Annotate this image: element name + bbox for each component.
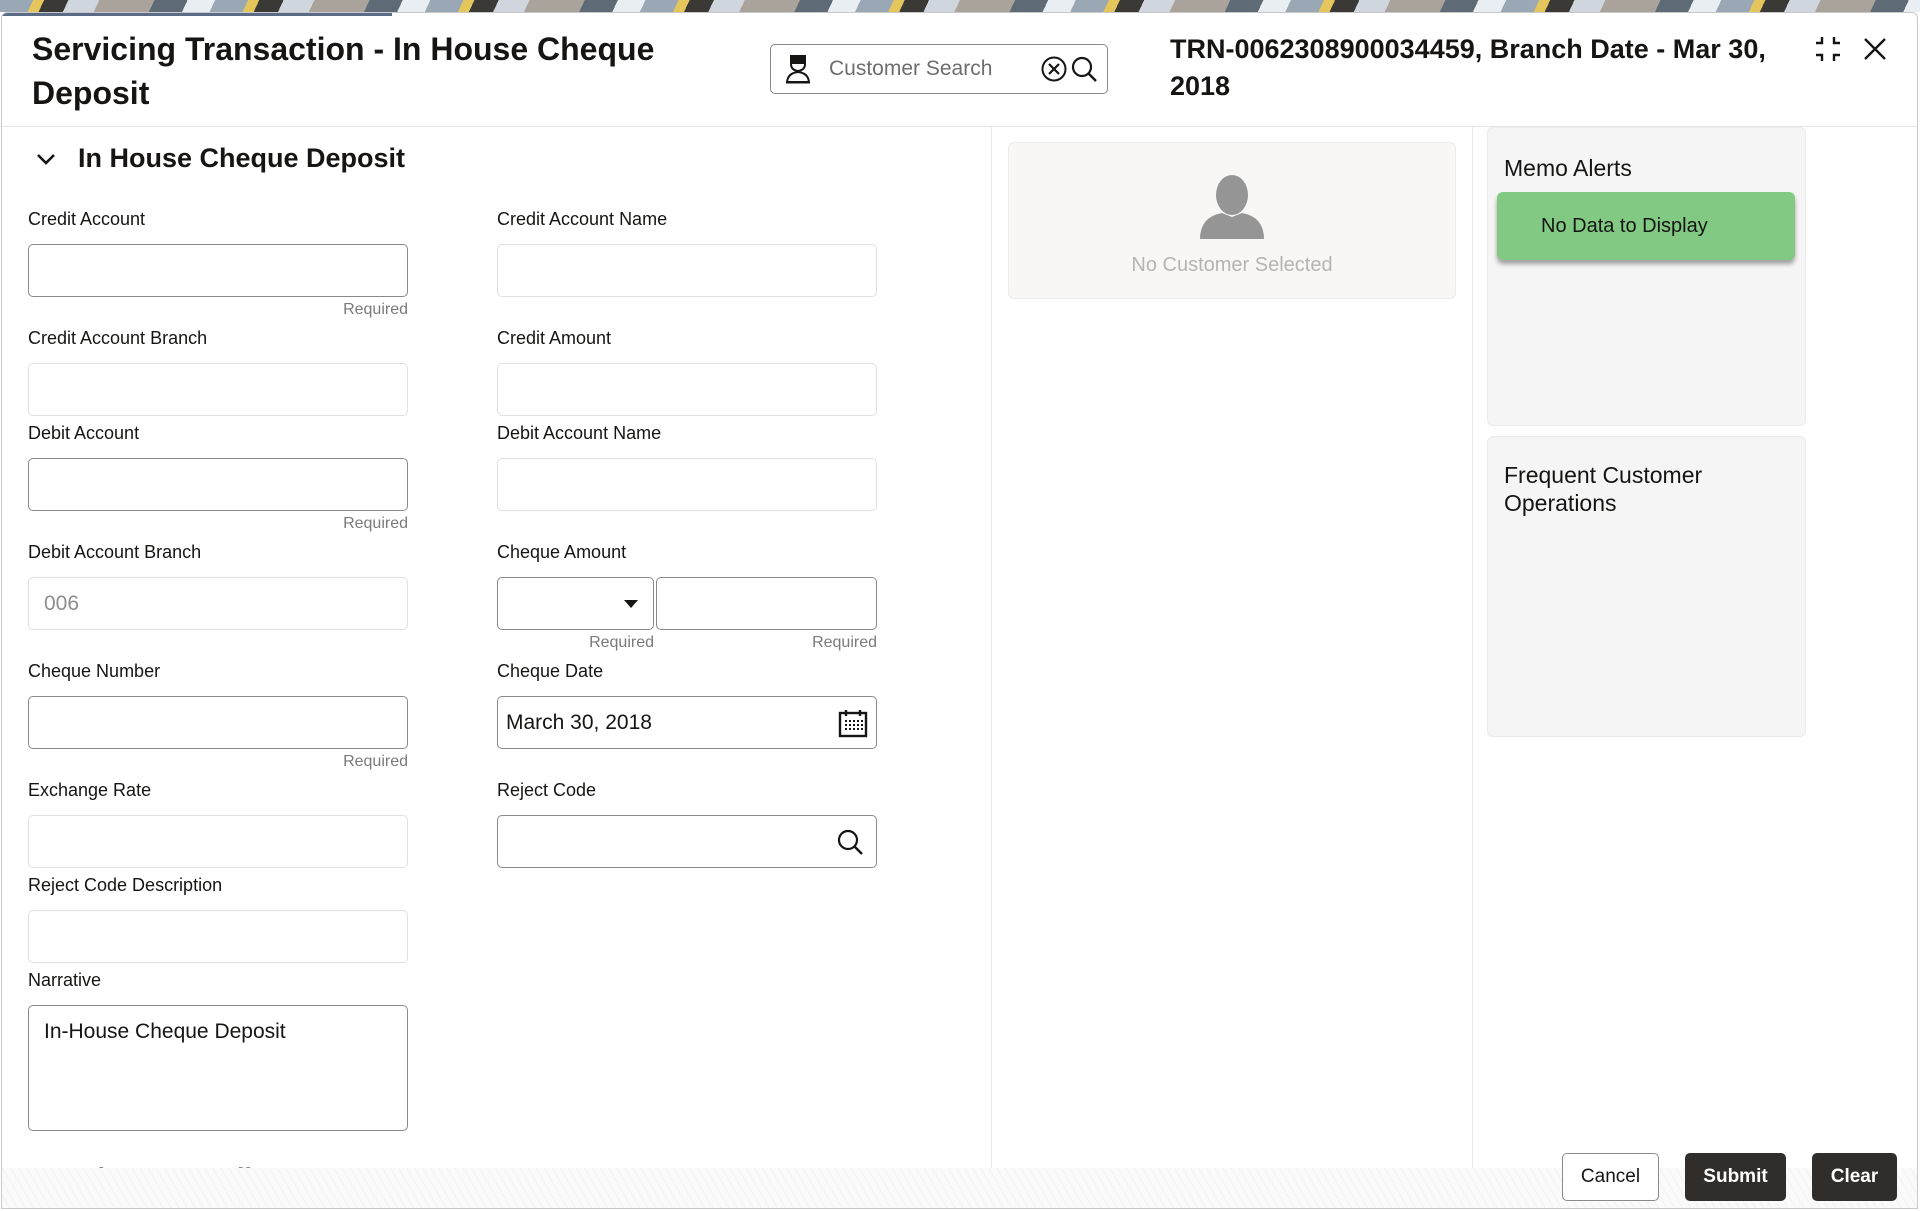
credit-account-input[interactable]	[44, 258, 392, 283]
credit-account-name-field: Credit Account Name	[497, 209, 877, 297]
narrative-textarea[interactable]: In-House Cheque Deposit	[44, 1020, 392, 1116]
dialog-header: Servicing Transaction - In House Cheque …	[2, 13, 1917, 127]
credit-amount-field: Credit Amount	[497, 328, 877, 416]
calendar-icon[interactable]	[838, 708, 868, 738]
reject-code-search-icon[interactable]	[836, 828, 864, 856]
frequent-operations-title: Frequent Customer Operations	[1504, 462, 1703, 516]
memo-alerts-title: Memo Alerts	[1504, 155, 1632, 181]
reject-code-description-field: Reject Code Description	[28, 875, 408, 963]
chevron-down-icon	[37, 153, 55, 165]
credit-account-name-label: Credit Account Name	[497, 209, 668, 229]
credit-account-label: Credit Account	[28, 209, 146, 229]
debit-account-field: Debit Account Required	[28, 423, 408, 533]
exchange-rate-field: Exchange Rate	[28, 780, 408, 868]
submit-button[interactable]: Submit	[1685, 1153, 1786, 1201]
debit-account-input[interactable]	[44, 472, 392, 497]
cheque-amount-label: Cheque Amount	[497, 542, 627, 562]
debit-account-branch-label: Debit Account Branch	[28, 542, 202, 562]
credit-account-branch-label: Credit Account Branch	[28, 328, 208, 348]
debit-account-label: Debit Account	[28, 423, 140, 443]
transaction-dialog: Servicing Transaction - In House Cheque …	[1, 12, 1918, 1209]
reject-code-label: Reject Code	[497, 780, 597, 800]
customer-search-input[interactable]	[829, 57, 1039, 81]
narrative-label: Narrative	[28, 970, 102, 990]
customer-icon	[785, 55, 811, 84]
section-title: In House Cheque Deposit	[78, 143, 406, 173]
credit-amount-label: Credit Amount	[497, 328, 612, 348]
exchange-rate-input[interactable]	[44, 829, 392, 854]
cancel-button[interactable]: Cancel	[1562, 1153, 1659, 1201]
debit-account-helper: Required	[343, 515, 408, 532]
transaction-info: TRN-0062308900034459, Branch Date - Mar …	[1170, 34, 1766, 101]
cheque-amount-input[interactable]	[657, 578, 876, 629]
debit-account-name-label: Debit Account Name	[497, 423, 662, 443]
customer-panel: No Customer Selected	[991, 127, 1473, 1183]
narrative-field: Narrative In-House Cheque Deposit	[28, 970, 408, 1131]
memo-alerts-panel: Memo Alerts No Data to Display	[1487, 127, 1806, 426]
clear-button[interactable]: Clear	[1812, 1153, 1897, 1201]
reject-code-description-label: Reject Code Description	[28, 875, 223, 895]
debit-account-branch-field: Debit Account Branch	[28, 542, 408, 630]
search-icon[interactable]	[1069, 54, 1099, 84]
credit-account-name-input[interactable]	[513, 258, 861, 283]
no-customer-text: No Customer Selected	[1131, 254, 1333, 276]
memo-alerts-empty: No Data to Display	[1497, 192, 1795, 260]
customer-search[interactable]	[770, 44, 1108, 94]
cheque-number-helper: Required	[343, 753, 408, 770]
close-icon[interactable]	[1857, 31, 1893, 67]
exchange-rate-label: Exchange Rate	[28, 780, 152, 800]
section-toggle-in-house-cheque-deposit[interactable]: In House Cheque Deposit	[32, 143, 405, 174]
cheque-date-field: Cheque Date	[497, 661, 877, 749]
frequent-operations-panel: Frequent Customer Operations	[1487, 436, 1806, 737]
reject-code-field: Reject Code	[497, 780, 877, 868]
no-customer-card: No Customer Selected	[1008, 142, 1456, 299]
cheque-date-label: Cheque Date	[497, 661, 604, 681]
credit-amount-input[interactable]	[513, 377, 861, 402]
credit-account-branch-input[interactable]	[44, 377, 392, 402]
debit-account-name-input[interactable]	[513, 472, 861, 497]
debit-account-name-field: Debit Account Name	[497, 423, 877, 511]
amount-helper: Required	[812, 634, 877, 651]
cheque-number-label: Cheque Number	[28, 661, 161, 681]
top-banner	[0, 0, 1920, 12]
credit-account-helper: Required	[343, 301, 408, 318]
credit-account-field: Credit Account Required	[28, 209, 408, 319]
cheque-number-input[interactable]	[44, 710, 392, 735]
currency-select[interactable]	[497, 577, 654, 630]
cheque-amount-field: Cheque Amount Required Required	[497, 542, 877, 652]
credit-account-branch-field: Credit Account Branch	[28, 328, 408, 416]
page-title: Servicing Transaction - In House Cheque …	[32, 31, 655, 111]
cheque-date-input[interactable]	[506, 710, 838, 735]
avatar-placeholder-icon	[1200, 175, 1264, 239]
cheque-number-field: Cheque Number Required	[28, 661, 408, 771]
reject-code-input[interactable]	[513, 829, 836, 854]
debit-account-branch-input	[44, 591, 392, 616]
minimize-icon[interactable]	[1810, 31, 1846, 67]
clear-search-icon[interactable]	[1039, 54, 1069, 84]
reject-code-description-input[interactable]	[44, 924, 392, 949]
currency-helper: Required	[589, 634, 654, 651]
dropdown-arrow-icon	[624, 599, 638, 608]
